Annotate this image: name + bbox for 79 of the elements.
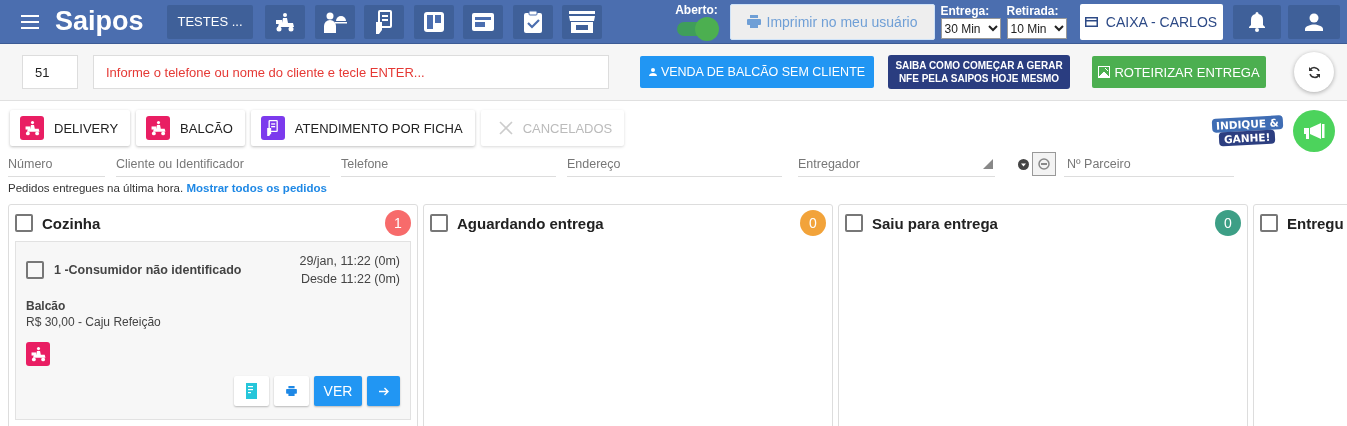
customer-search-field[interactable]: Informe o telefone ou nome do cliente e tecle ENTER...	[93, 55, 609, 89]
nav-button[interactable]	[364, 4, 404, 39]
store-icon	[568, 9, 596, 34]
partner-toggle-button[interactable]	[1032, 152, 1056, 176]
checkbox[interactable]	[1260, 214, 1278, 232]
kanban-icon	[422, 10, 445, 33]
filter-field[interactable]: Endereço	[567, 151, 782, 177]
filter-field[interactable]: Nº Parceiro	[1064, 151, 1234, 177]
order-elapsed: Desde 11:22 (0m)	[300, 271, 400, 288]
bell-icon	[1247, 11, 1266, 32]
layout-icon	[471, 11, 495, 32]
scooter-icon	[274, 11, 296, 32]
column-title: Entregu	[1287, 214, 1344, 232]
checkbox[interactable]	[15, 214, 33, 232]
count-badge: 0	[1215, 210, 1241, 236]
receipt-icon	[246, 383, 257, 399]
corner-icon	[983, 158, 993, 169]
waiter-icon	[322, 10, 347, 33]
refresh-icon	[1307, 65, 1321, 79]
column-title: Cozinha	[42, 214, 101, 232]
order-type: Balcão	[26, 299, 67, 313]
refresh-button[interactable]	[1294, 52, 1334, 92]
chevron-icon	[1053, 25, 1064, 32]
user-button[interactable]	[1287, 4, 1340, 39]
close-icon	[498, 121, 513, 135]
order-title: 1 -Consumidor não identificado	[54, 263, 242, 277]
delivery-time-select[interactable]: 30 Min	[940, 18, 1001, 39]
info-text: Pedidos entregues na última hora.	[8, 182, 185, 194]
order-number-field[interactable]: 51	[22, 55, 78, 89]
courier-select[interactable]: Entregador	[798, 151, 995, 177]
printer-icon	[286, 386, 297, 396]
field-label: Entrega:	[940, 4, 991, 18]
order-type-tab[interactable]: BALCÃO	[136, 110, 245, 146]
caret-icon	[1018, 158, 1029, 170]
person-icon	[648, 68, 657, 76]
arrow-right-icon	[378, 386, 389, 396]
chevron-icon	[987, 25, 998, 32]
store-button[interactable]: TESTES ...	[167, 4, 253, 39]
ticket-hand-icon	[374, 9, 394, 34]
nav-button[interactable]	[413, 4, 454, 39]
nav-button[interactable]	[314, 4, 355, 39]
nav-button[interactable]	[512, 4, 553, 39]
checkbox[interactable]	[430, 214, 448, 232]
count-badge: 0	[800, 210, 826, 236]
clipboard-check-icon	[522, 9, 543, 34]
show-all-link[interactable]: Mostrar todos os pedidos	[186, 182, 327, 194]
toggle-label: Aberto:	[675, 2, 718, 17]
filter-field[interactable]: Telefone	[341, 151, 556, 177]
scooter-icon	[20, 116, 44, 140]
print-button[interactable]	[274, 376, 309, 406]
filter-field[interactable]: Cliente ou Identificador	[116, 151, 330, 177]
card-icon	[1084, 16, 1098, 27]
order-date: 29/jan, 11:22 (0m)	[299, 253, 400, 270]
cashier-button[interactable]: CAIXA - CARLOS	[1079, 3, 1223, 40]
column-title: Aguardando entrega	[457, 214, 604, 232]
scooter-icon	[146, 116, 171, 140]
menu-icon	[21, 14, 39, 29]
nav-button[interactable]	[463, 4, 503, 39]
checkbox[interactable]	[26, 261, 44, 279]
field-label: Retirada:	[1006, 4, 1060, 18]
pickup-time-select[interactable]: 10 Min	[1006, 18, 1067, 39]
column-title: Saiu para entrega	[872, 214, 998, 232]
map-icon	[1098, 66, 1111, 78]
notifications-button[interactable]	[1232, 4, 1281, 39]
logo: Saipos	[55, 6, 145, 37]
nav-button[interactable]	[265, 4, 305, 39]
scooter-icon	[26, 342, 50, 366]
order-type-tab[interactable]: DELIVERY	[10, 110, 131, 146]
printer-icon	[746, 15, 761, 28]
nav-button[interactable]	[562, 4, 602, 39]
user-icon	[1304, 12, 1323, 31]
ticket-icon	[260, 116, 285, 140]
order-type-tab[interactable]: ATENDIMENTO POR FICHA	[250, 110, 475, 146]
filter-field[interactable]: Número	[8, 151, 105, 177]
order-payment: R$ 30,00 - Caju Refeição	[26, 315, 162, 329]
checkbox[interactable]	[845, 214, 863, 232]
megaphone-icon	[1303, 122, 1325, 140]
nfe-banner-button[interactable]: SAIBA COMO COMEÇAR A GERAR NFE PELA SAIPOS HOJE MESMO	[888, 55, 1070, 89]
count-badge: 1	[385, 210, 411, 236]
